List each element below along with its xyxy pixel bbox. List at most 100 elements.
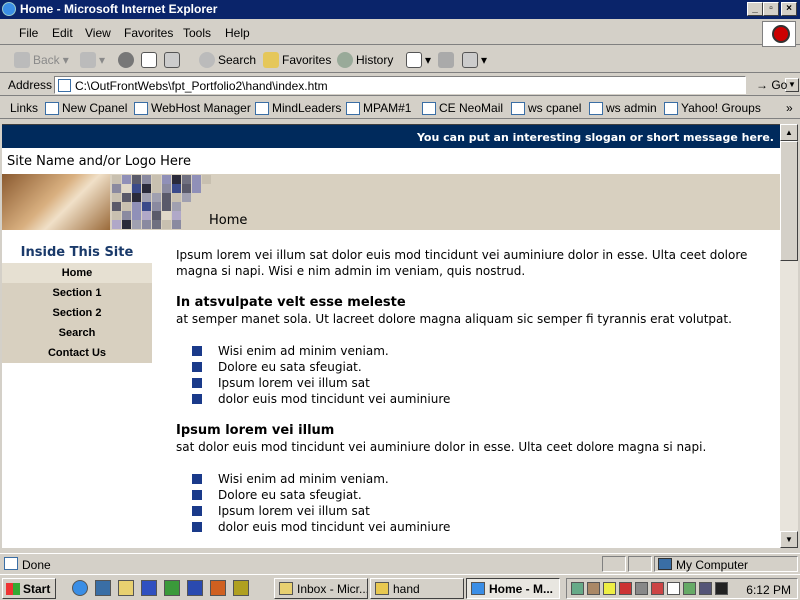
link-new-cpanel[interactable]: New Cpanel [45,101,127,115]
menu-help[interactable]: Help [225,26,250,40]
system-tray: 6:12 PM [566,578,798,599]
address-input[interactable]: C:\OutFrontWebs\fpt_Portfolio2\hand\inde… [54,76,799,94]
task-home[interactable]: Home - M... [466,578,560,599]
network-icon[interactable] [635,582,648,595]
tray-icon[interactable] [619,582,632,595]
mosaic-tile [152,175,161,184]
list-item: Ipsum lorem vei illum sat [192,375,766,391]
print-button[interactable] [438,52,454,68]
tray-icon[interactable] [571,582,584,595]
mosaic-tile [162,175,171,184]
slogan-bar: You can put an interesting slogan or sho… [2,125,780,148]
link-ws-cpanel[interactable]: ws cpanel [511,101,581,115]
start-button[interactable]: Start [2,578,56,599]
list-item: Dolore eu sata sfeugiat. [192,359,766,375]
refresh-button[interactable] [141,52,157,68]
mosaic-tile [112,184,121,193]
tray-icon[interactable] [667,582,680,595]
link-label: ws cpanel [528,101,582,115]
mosaic-tile [162,220,171,229]
ie-quicklaunch-icon[interactable] [72,580,88,596]
tray-icon[interactable] [715,582,728,595]
tray-icon[interactable] [683,582,696,595]
vertical-scrollbar[interactable]: ▲ ▼ [780,124,798,548]
computer-icon [658,558,672,570]
mosaic-tile [172,193,181,202]
windows-flag-icon [6,582,20,595]
taskbar: Start Inbox - Micr... hand Home - M... 6… [0,574,800,600]
taskbar-clock[interactable]: 6:12 PM [746,583,791,597]
app-quicklaunch-icon[interactable] [141,580,157,596]
link-yahoo-groups[interactable]: Yahoo! Groups [664,101,761,115]
mosaic-tile [152,211,161,220]
menu-edit[interactable]: Edit [52,26,73,40]
status-pane [602,556,626,572]
page-viewport: You can put an interesting slogan or sho… [2,124,780,548]
stop-button[interactable] [118,52,134,68]
history-button[interactable]: History [337,52,393,68]
page-icon [58,79,71,92]
banner-photo [2,174,110,230]
ie-page-icon [511,101,525,115]
nav-search[interactable]: Search [2,323,152,343]
search-label: Search [218,53,257,67]
word-quicklaunch-icon[interactable] [187,580,203,596]
link-webhost-manager[interactable]: WebHost Manager [134,101,251,115]
outlook-quicklaunch-icon[interactable] [118,580,134,596]
frontpage-quicklaunch-icon[interactable] [233,580,249,596]
mail-button[interactable]: ▾ [406,52,431,68]
link-mindleaders[interactable]: MindLeaders [255,101,341,115]
excel-quicklaunch-icon[interactable] [164,580,180,596]
nav-contact-us[interactable]: Contact Us [2,343,152,363]
edit-icon [462,52,478,68]
scroll-up-button[interactable]: ▲ [780,124,798,141]
links-overflow-chevron-icon[interactable]: » [786,101,793,115]
task-hand[interactable]: hand [370,578,464,599]
go-button[interactable]: → Go [756,78,787,92]
restore-button[interactable]: ▫ [763,2,779,16]
powerpoint-quicklaunch-icon[interactable] [210,580,226,596]
home-button[interactable] [164,52,180,68]
link-ce-neomail[interactable]: CE NeoMail [422,101,503,115]
address-url: C:\OutFrontWebs\fpt_Portfolio2\hand\inde… [75,79,328,93]
mosaic-tile [182,175,191,184]
nav-section-1[interactable]: Section 1 [2,283,152,303]
back-button[interactable]: Back ▾ [14,52,69,68]
tray-icon[interactable] [651,582,664,595]
edit-button[interactable]: ▾ [462,52,487,68]
link-label: ws admin [606,101,657,115]
scroll-down-button[interactable]: ▼ [780,531,798,548]
desktop-quicklaunch-icon[interactable] [95,580,111,596]
task-label: Inbox - Micr... [297,581,368,596]
menu-view[interactable]: View [85,26,111,40]
mosaic-tile [122,202,131,211]
ie-page-icon [589,101,603,115]
ie-icon [471,582,485,595]
scroll-thumb[interactable] [780,141,798,261]
tray-icon[interactable] [699,582,712,595]
favorites-button[interactable]: Favorites [263,52,331,68]
mosaic-tile [112,175,121,184]
window-titlebar[interactable]: Home - Microsoft Internet Explorer _ ▫ × [0,0,800,19]
task-inbox[interactable]: Inbox - Micr... [274,578,368,599]
link-mpam1[interactable]: MPAM#1 [346,101,411,115]
tray-icon[interactable] [587,582,600,595]
nav-home[interactable]: Home [2,263,152,283]
minimize-button[interactable]: _ [747,2,763,16]
speaker-icon[interactable] [603,582,616,595]
search-button[interactable]: Search [199,52,256,68]
forward-button[interactable]: ▾ [80,52,105,68]
ie-throbber [762,21,796,47]
menu-tools[interactable]: Tools [183,26,211,40]
menu-bar: File Edit View Favorites Tools Help [0,19,800,45]
nav-section-2[interactable]: Section 2 [2,303,152,323]
page-done-icon [4,557,18,570]
menu-favorites[interactable]: Favorites [124,26,173,40]
close-button[interactable]: × [781,2,797,16]
links-bar: Links New Cpanel WebHost Manager MindLea… [0,97,800,119]
mosaic-tile [182,184,191,193]
link-ws-admin[interactable]: ws admin [589,101,657,115]
task-label: hand [393,581,420,596]
menu-file[interactable]: File [19,26,38,40]
address-bar: Address C:\OutFrontWebs\fpt_Portfolio2\h… [0,74,800,96]
